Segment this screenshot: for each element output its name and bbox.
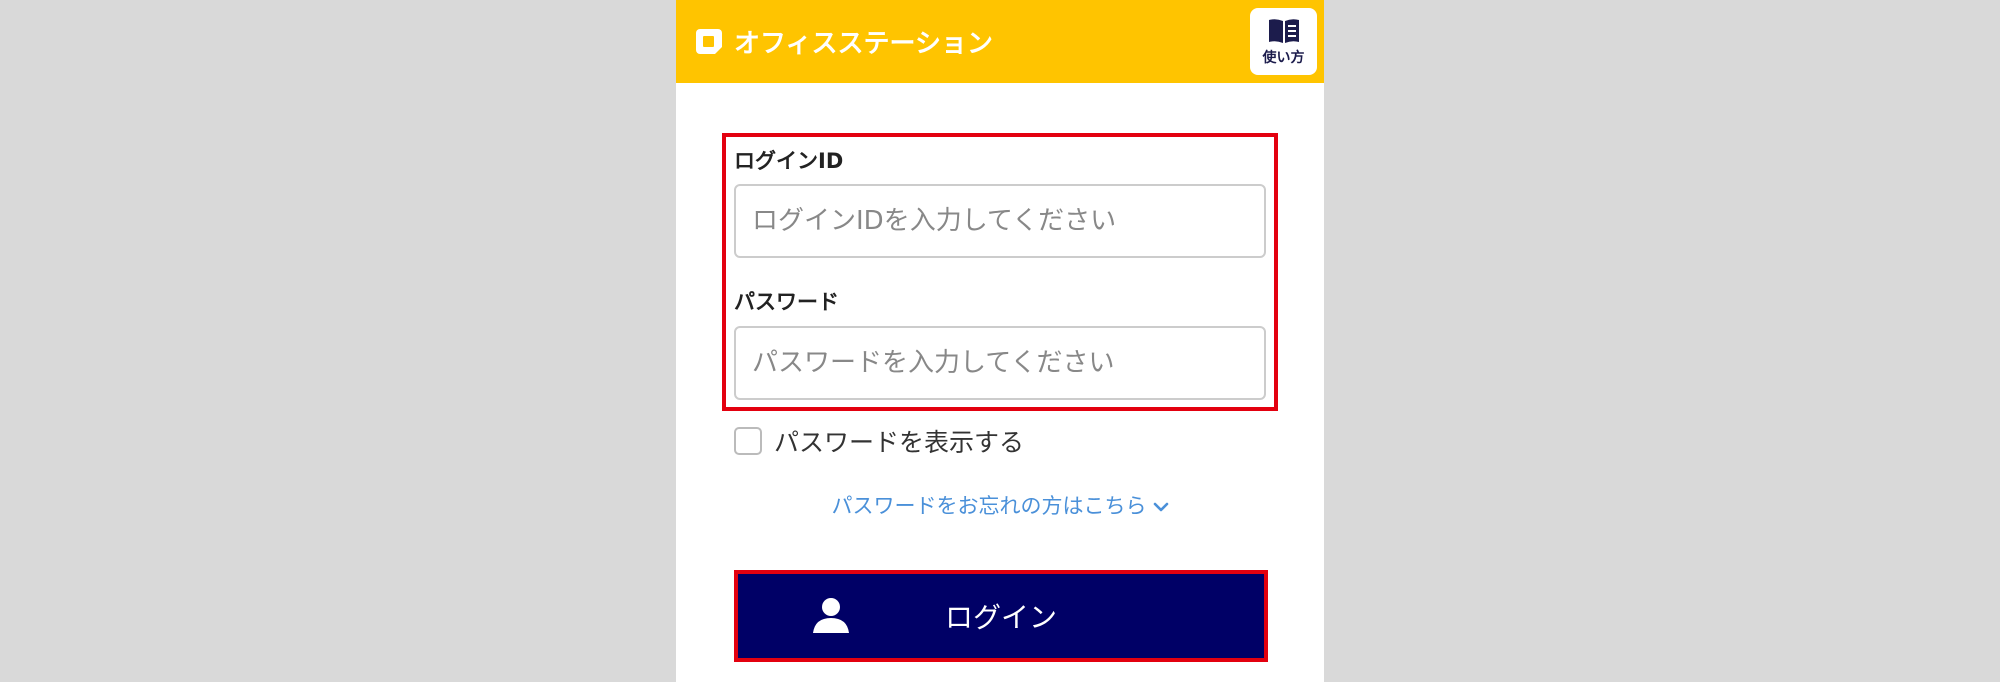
help-label: 使い方 [1262, 49, 1305, 66]
password-input[interactable] [734, 326, 1266, 400]
mobile-screen: オフィスステーション 使い方 ログインID パスワード パスワードを表示する パ… [676, 0, 1324, 682]
help-button[interactable]: 使い方 [1250, 8, 1317, 75]
login-button[interactable]: ログイン [738, 574, 1264, 658]
login-id-label: ログインID [734, 149, 844, 173]
book-icon [1268, 18, 1299, 43]
chevron-down-icon [1153, 502, 1168, 512]
show-password-toggle[interactable]: パスワードを表示する [734, 425, 1024, 457]
app-logo: オフィスステーション [694, 24, 993, 59]
login-id-input[interactable] [734, 184, 1266, 258]
app-name: オフィスステーション [734, 28, 993, 59]
show-password-label: パスワードを表示する [774, 428, 1025, 457]
password-label: パスワード [734, 290, 839, 314]
forgot-password-link[interactable]: パスワードをお忘れの方はこちら [676, 490, 1324, 520]
user-icon [813, 598, 849, 633]
app-header: オフィスステーション 使い方 [676, 0, 1324, 83]
office-station-logo-icon [696, 29, 722, 54]
show-password-checkbox[interactable] [734, 427, 762, 455]
login-button-label: ログイン [944, 601, 1057, 634]
forgot-password-text: パスワードをお忘れの方はこちら [831, 494, 1147, 518]
